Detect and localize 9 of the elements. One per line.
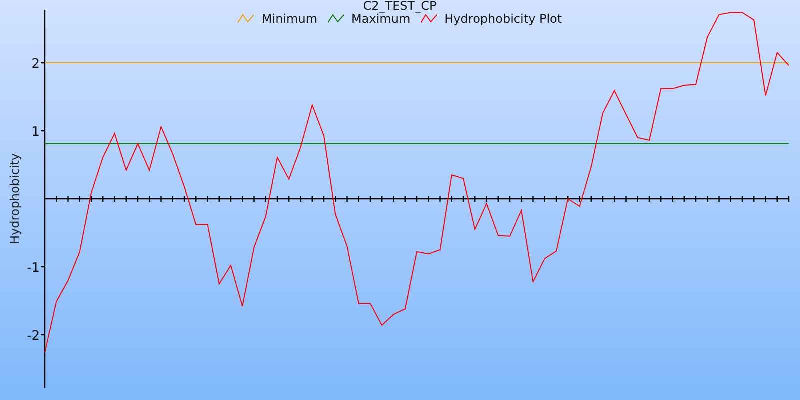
y-tick-label: -2 <box>27 328 40 344</box>
y-tick-label: -1 <box>27 260 40 276</box>
legend-label: Minimum <box>262 12 318 26</box>
legend-label: Maximum <box>352 12 411 26</box>
y-tick-label: 1 <box>32 125 40 140</box>
y-tick-label: 2 <box>32 57 40 72</box>
legend-label: Hydrophobicity Plot <box>444 12 562 26</box>
y-axis-label: Hydrophobicity <box>8 154 22 244</box>
chart-title: C2_TEST_CP <box>363 0 437 12</box>
